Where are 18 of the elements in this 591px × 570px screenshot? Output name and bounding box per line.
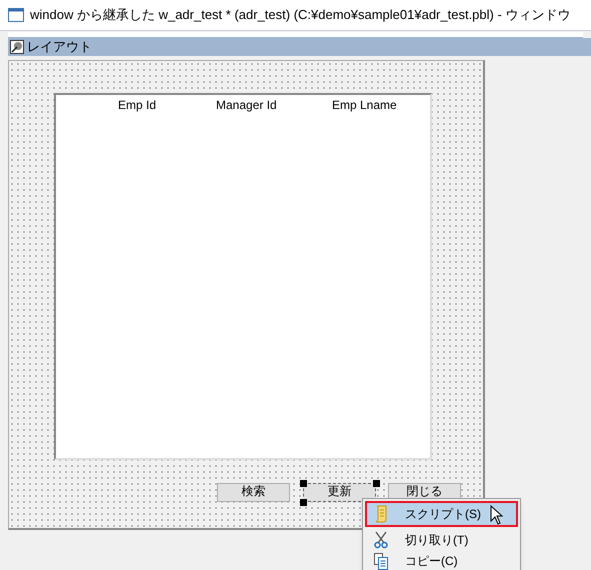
selection-handle[interactable]: [373, 480, 380, 487]
layout-icon: [10, 40, 24, 54]
selection-handle[interactable]: [300, 499, 307, 506]
column-header: Emp Lname: [332, 97, 397, 114]
mouse-cursor-icon: [490, 505, 503, 525]
copy-icon: [374, 552, 388, 570]
menu-item[interactable]: コピー(C): [365, 550, 518, 570]
scissors-icon: [374, 530, 388, 548]
menu-item[interactable]: 切り取り(T): [365, 529, 518, 550]
selection-handle[interactable]: [300, 480, 307, 487]
form-button[interactable]: 検索: [217, 483, 290, 502]
window-title: window から継承した w_adr_test * (adr_test) (C:¥demo¥sample01¥adr_test.pbl) - ウィンドウ: [30, 6, 570, 24]
window-icon: [8, 8, 24, 22]
menu-item[interactable]: スクリプト(S): [365, 501, 518, 527]
panel-title: レイアウト: [27, 38, 92, 56]
column-header: Manager Id: [216, 97, 277, 114]
scroll-icon: [374, 505, 388, 523]
column-header: Emp Id: [118, 97, 156, 114]
